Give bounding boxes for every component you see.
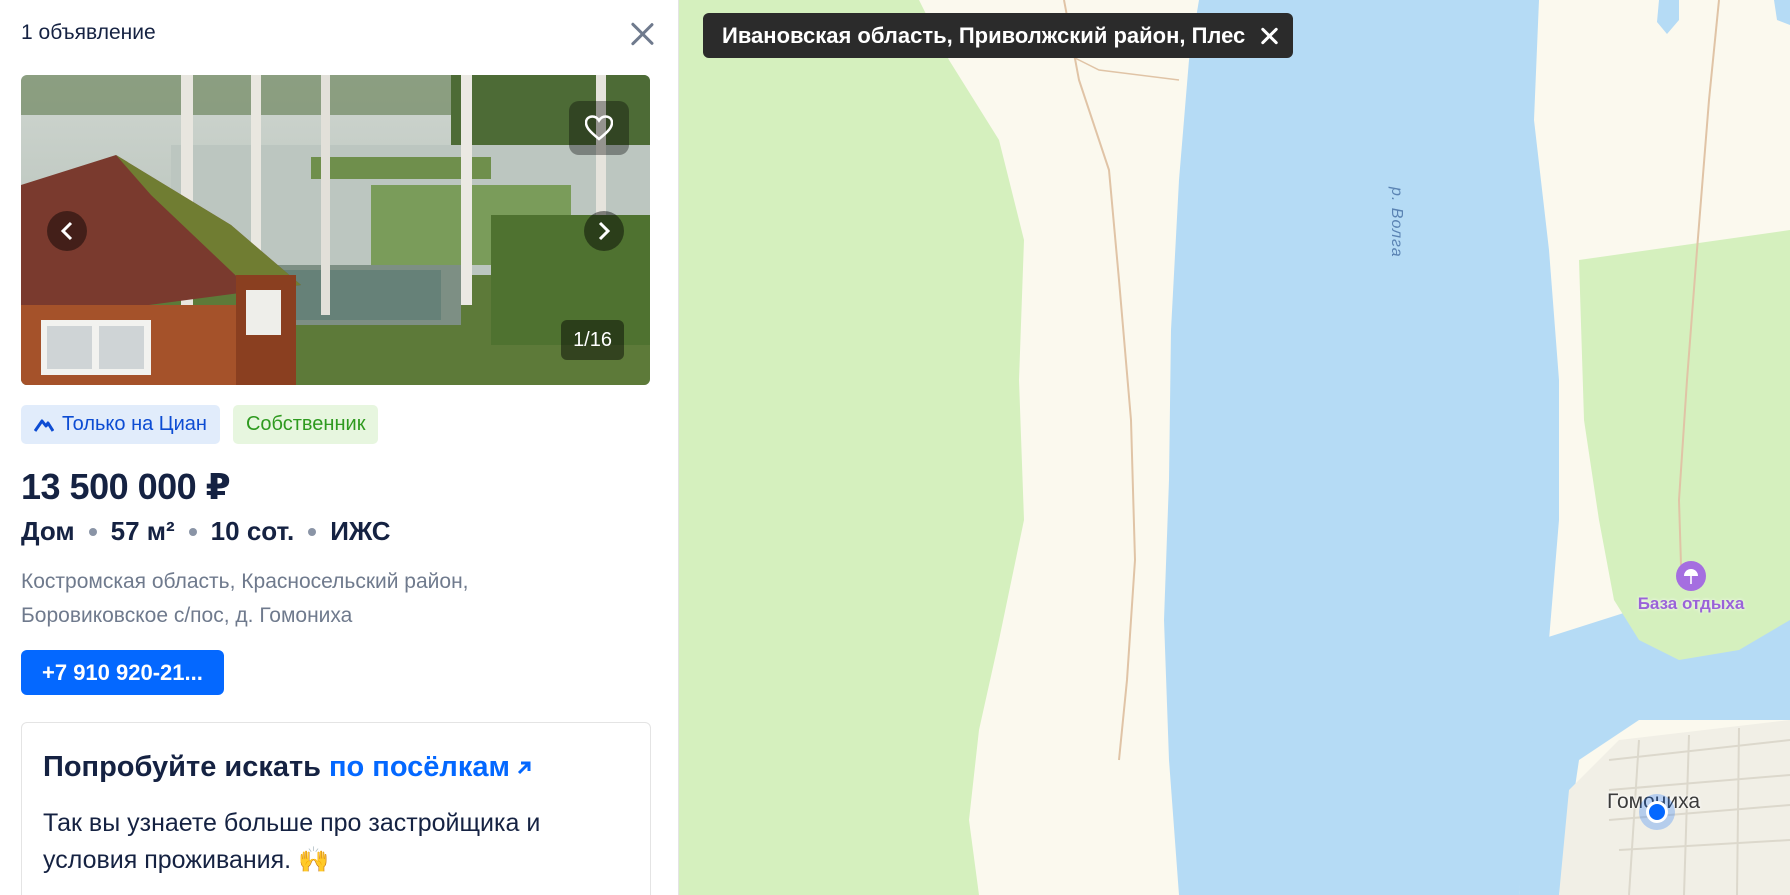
map-canvas[interactable]	[679, 0, 1790, 895]
gallery-next-button[interactable]	[584, 211, 624, 251]
property-type: Дом	[21, 516, 75, 546]
photo-counter: 1/16	[561, 320, 624, 360]
land-area: 10 сот.	[210, 516, 295, 546]
region-filter-label: Ивановская область, Приволжский район, П…	[722, 22, 1246, 48]
gallery-prev-button[interactable]	[47, 211, 87, 251]
villages-link-label: по посёлкам	[329, 751, 510, 783]
listing-count: 1 объявление	[21, 21, 156, 44]
cian-logo-icon	[34, 419, 54, 432]
close-icon[interactable]	[627, 18, 657, 48]
promo-title-prefix: Попробуйте искать	[43, 751, 322, 783]
listing-map-pin[interactable]	[1639, 794, 1675, 830]
promo-title: Попробуйте искать по посёлкам	[43, 751, 532, 784]
listing-panel: 1 объявление 1/16 Только на Циан Собстве…	[0, 0, 679, 895]
promo-text: Так вы узнаете больше про застройщика и …	[43, 809, 541, 874]
only-cian-badge: Только на Циан	[21, 405, 220, 444]
beach-umbrella-icon	[1676, 561, 1706, 591]
show-phone-button[interactable]: +7 910 920-21...	[21, 650, 224, 695]
separator-dot	[88, 527, 97, 536]
only-cian-label: Только на Циан	[62, 413, 207, 435]
badges: Только на Циан Собственник	[21, 405, 379, 444]
listing-photo[interactable]	[21, 75, 650, 385]
separator-dot	[188, 527, 197, 536]
river-label: р. Волга	[1388, 187, 1405, 258]
address: Костромская область, Красносельский райо…	[21, 570, 469, 627]
arrow-up-right-icon	[517, 761, 531, 774]
land-category: ИЖС	[330, 516, 391, 546]
photo-gallery[interactable]: 1/16	[21, 75, 650, 385]
panel-header: 1 объявление	[21, 18, 657, 48]
pin-dot-icon	[1646, 801, 1668, 823]
map[interactable]: Ивановская область, Приволжский район, П…	[679, 0, 1790, 895]
heart-icon	[585, 115, 613, 141]
region-filter-chip[interactable]: Ивановская область, Приволжский район, П…	[703, 13, 1294, 58]
favorite-button[interactable]	[569, 101, 629, 155]
chevron-right-icon	[598, 221, 611, 241]
chevron-left-icon	[60, 221, 73, 241]
owner-badge: Собственник	[232, 405, 379, 444]
listing-params: Дом 57 м² 10 сот. ИЖС	[21, 516, 391, 547]
price: 13 500 000 ₽	[21, 466, 231, 507]
villages-link[interactable]: по посёлкам	[329, 751, 532, 784]
separator-dot	[308, 527, 317, 536]
poi-label: База отдыха	[1637, 594, 1745, 613]
map-poi[interactable]: База отдыха	[1626, 561, 1756, 614]
property-area: 57 м²	[110, 516, 175, 546]
close-icon[interactable]	[1259, 26, 1279, 46]
promo-card: Попробуйте искать по посёлкам Так вы узн…	[21, 722, 651, 895]
